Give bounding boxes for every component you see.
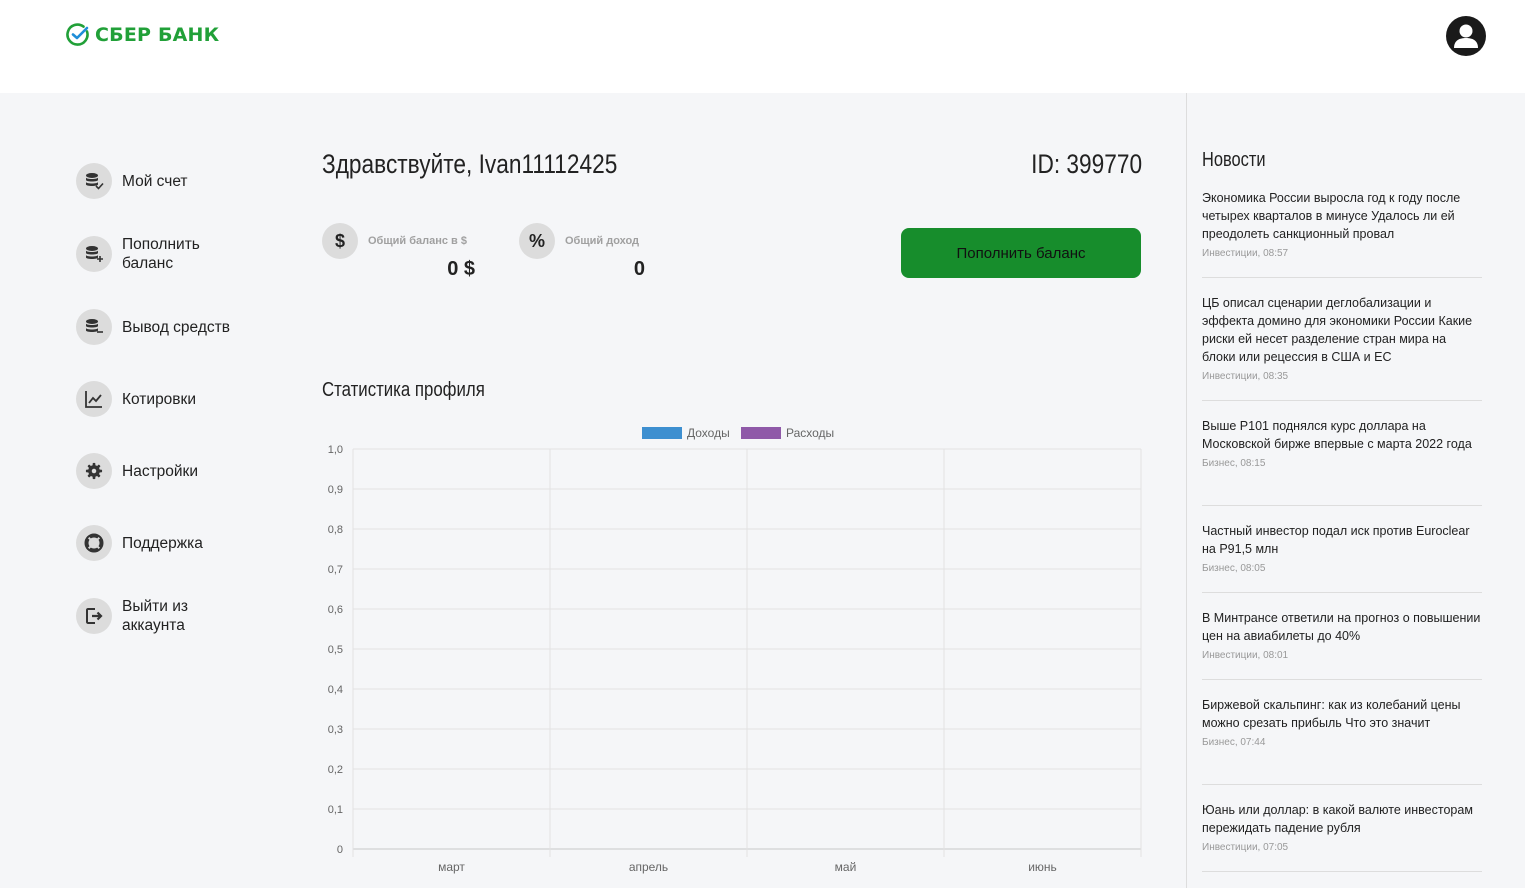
news-meta: Инвестиции, 07:05 [1202, 842, 1289, 853]
news-headline: Юань или доллар: в какой валюте инвестор… [1202, 803, 1473, 835]
y-tick-label: 0,1 [328, 804, 343, 816]
news-meta: Бизнес, 08:05 [1202, 563, 1266, 574]
user-id: ID: 399770 [1031, 149, 1142, 179]
sidebar-item-quotes[interactable]: Котировки [76, 381, 252, 417]
y-tick-label: 0,8 [328, 524, 343, 536]
x-tick-label: май [835, 860, 857, 874]
dollar-icon: $ [322, 223, 358, 259]
sidebar-item-label: Котировки [122, 390, 196, 408]
y-tick-label: 0,2 [328, 764, 343, 776]
main-content: Здравствуйте, Ivan11112425 ID: 399770 $ … [322, 93, 1142, 888]
sidebar-item-support[interactable]: Поддержка [76, 525, 252, 561]
news-item[interactable]: Выше Р101 поднялся курс доллара на Моско… [1202, 417, 1482, 506]
logout-icon [76, 598, 112, 634]
news-item[interactable]: Биржевой скальпинг: как из колебаний цен… [1202, 696, 1482, 785]
news-item[interactable]: Экономика России выросла год к году посл… [1202, 189, 1482, 278]
news-meta: Бизнес, 08:15 [1202, 458, 1266, 469]
news-item[interactable]: Частный инвестор подал иск против Eurocl… [1202, 522, 1482, 593]
legend-label: Доходы [687, 426, 730, 440]
sidebar-item-label: Пополнить баланс [122, 236, 200, 272]
news-meta: Инвестиции, 08:57 [1202, 248, 1289, 259]
header: СБЕР БАНК [0, 0, 1525, 93]
sidebar-item-label: Настройки [122, 462, 199, 480]
stats-title: Статистика профиля [322, 379, 485, 401]
sidebar-item-settings[interactable]: Настройки [76, 453, 252, 489]
coins-plus-icon [76, 236, 112, 272]
news-meta: Бизнес, 07:44 [1202, 737, 1266, 748]
news-headline: ЦБ описал сценарии деглобализации и эффе… [1202, 296, 1473, 364]
logo-text: СБЕР БАНК [95, 24, 220, 46]
y-tick-label: 0,4 [328, 684, 343, 696]
y-tick-label: 0 [337, 844, 343, 856]
sidebar-item-label: Поддержка [122, 534, 203, 552]
chart-line-icon [76, 381, 112, 417]
y-tick-label: 0,5 [328, 644, 343, 656]
y-tick-label: 1,0 [328, 444, 343, 456]
topup-balance-button[interactable]: Пополнить баланс [901, 228, 1141, 278]
news-title: Новости [1202, 149, 1266, 171]
news-headline: Биржевой скальпинг: как из колебаний цен… [1202, 698, 1461, 730]
news-headline: Экономика России выросла год к году посл… [1202, 191, 1461, 241]
sidebar-item-logout[interactable]: Выйти из аккаунта [76, 597, 252, 635]
legend-label: Расходы [786, 426, 834, 440]
x-tick-label: июнь [1028, 860, 1057, 874]
page-title: Здравствуйте, Ivan11112425 [322, 149, 618, 179]
y-tick-label: 0,9 [328, 484, 343, 496]
user-avatar[interactable] [1446, 16, 1486, 56]
news-item[interactable]: Юань или доллар: в какой валюте инвестор… [1202, 801, 1482, 872]
y-tick-label: 0,3 [328, 724, 343, 736]
income-value: 0 [633, 258, 645, 280]
coins-minus-icon [76, 309, 112, 345]
user-icon [1454, 24, 1478, 48]
y-tick-label: 0,6 [328, 604, 343, 616]
sidebar-item-top-up[interactable]: Пополнить баланс [76, 235, 252, 273]
sidebar-item-my-account[interactable]: Мой счет [76, 163, 252, 199]
news-item[interactable]: В Минтрансе ответили на прогноз о повыше… [1202, 609, 1482, 680]
balance-label: Общий баланс в $ [368, 235, 467, 247]
sidebar: Мой счет Пополнить баланс Вывод средств … [76, 93, 296, 888]
sidebar-item-label: Выйти из аккаунта [122, 598, 188, 634]
news-item[interactable]: ЦБ описал сценарии деглобализации и эффе… [1202, 294, 1482, 401]
y-tick-label: 0,7 [328, 564, 343, 576]
gear-icon [76, 453, 112, 489]
x-tick-label: апрель [629, 860, 668, 874]
x-tick-label: март [438, 860, 465, 874]
lifebuoy-icon [76, 525, 112, 561]
sber-check-icon [66, 23, 89, 46]
sidebar-item-withdraw[interactable]: Вывод средств [76, 309, 252, 345]
balance-value: 0 $ [447, 258, 475, 280]
legend-swatch [741, 427, 781, 439]
legend-swatch [642, 427, 682, 439]
news-headline: Частный инвестор подал иск против Eurocl… [1202, 524, 1470, 556]
coins-check-icon [76, 163, 112, 199]
sber-logo[interactable]: СБЕР БАНК [66, 23, 219, 47]
income-label: Общий доход [565, 235, 640, 247]
news-meta: Инвестиции, 08:35 [1202, 371, 1289, 382]
news-headline: В Минтрансе ответили на прогноз о повыше… [1202, 611, 1481, 643]
news-headline: Выше Р101 поднялся курс доллара на Моско… [1202, 419, 1472, 451]
sidebar-item-label: Мой счет [122, 172, 188, 190]
news-meta: Инвестиции, 08:01 [1202, 650, 1289, 661]
sidebar-item-label: Вывод средств [122, 318, 230, 336]
percent-icon: % [519, 223, 555, 259]
news-panel: Новости Экономика России выросла год к г… [1186, 93, 1525, 888]
profile-stats-chart: Доходы Расходы 0 0,1 0,2 0,3 0,4 0,5 0,6 0,7 0,8 0,… [328, 426, 1142, 874]
